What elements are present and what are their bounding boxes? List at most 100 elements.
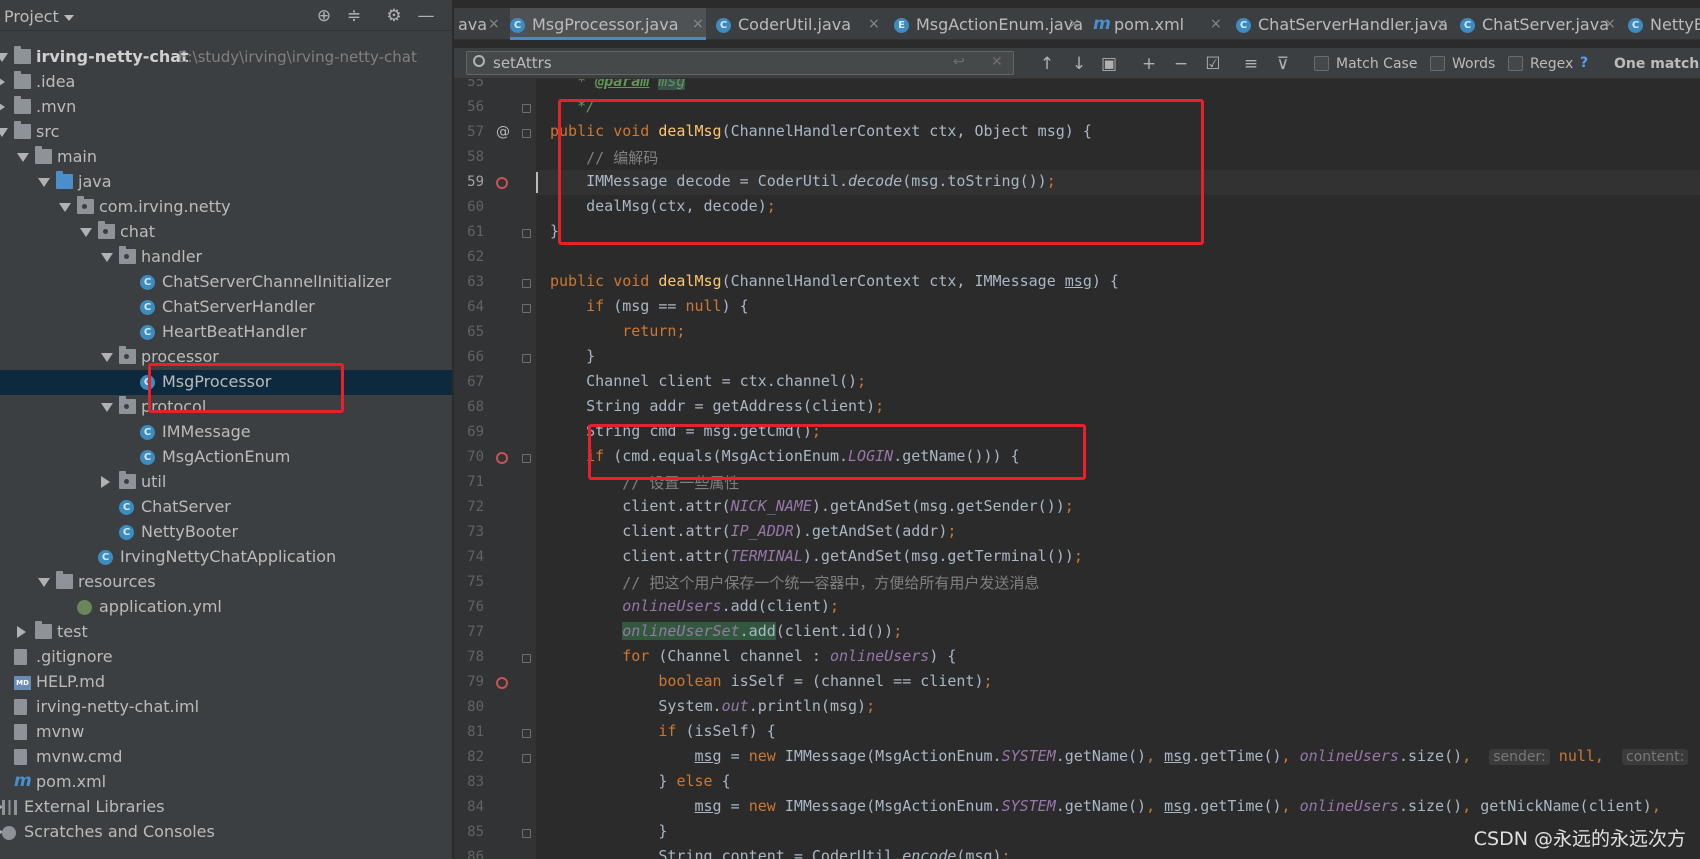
minimize-icon[interactable]: — [416, 6, 436, 26]
editor-tab[interactable]: C MsgProcessor.java × [510, 8, 706, 40]
tree-item[interactable]: irving-netty-chat.iml [0, 695, 452, 720]
tree-item[interactable]: C MsgActionEnum [0, 445, 452, 470]
close-icon[interactable]: × [692, 16, 704, 32]
tree-item[interactable]: C IMMessage [0, 420, 452, 445]
code-line[interactable]: public void dealMsg(ChannelHandlerContex… [550, 272, 1119, 290]
annotation-icon[interactable]: @ [496, 124, 510, 140]
editor-tab[interactable]: C ChatServer.java × [1460, 8, 1618, 40]
tree-item[interactable]: C ChatServerChannelInitializer [0, 270, 452, 295]
editor-tab[interactable]: E MsgActionEnum.java × [894, 8, 1083, 40]
tree-item[interactable]: mvnw [0, 720, 452, 745]
chevron-right-icon[interactable] [101, 476, 110, 488]
editor-tab[interactable]: ava × [458, 8, 502, 40]
fold-icon[interactable] [522, 279, 531, 288]
code-line[interactable]: String addr = getAddress(client); [550, 397, 884, 415]
close-icon[interactable]: × [1210, 16, 1222, 32]
locate-icon[interactable]: ⊕ [314, 6, 334, 26]
code-line[interactable]: boolean isSelf = (channel == client); [550, 672, 992, 690]
close-icon[interactable]: × [1068, 16, 1080, 32]
close-icon[interactable]: × [868, 16, 880, 32]
code-line[interactable]: client.attr(NICK_NAME).getAndSet(msg.get… [550, 497, 1074, 515]
tree-item[interactable]: resources [0, 570, 452, 595]
code-line[interactable]: msg = new IMMessage(MsgActionEnum.SYSTEM… [550, 747, 1689, 765]
chevron-right-icon[interactable] [0, 76, 5, 88]
chevron-down-icon[interactable] [101, 253, 113, 262]
filter-settings-icon[interactable]: ≡ [1240, 54, 1262, 74]
code-line[interactable]: msg = new IMMessage(MsgActionEnum.SYSTEM… [550, 797, 1661, 815]
fold-icon[interactable] [522, 654, 531, 663]
chevron-right-icon[interactable] [17, 626, 26, 638]
code-line[interactable]: onlineUsers.add(client); [550, 597, 839, 615]
fold-icon[interactable] [522, 729, 531, 738]
code-line[interactable]: * @param msg [550, 79, 686, 90]
code-line[interactable]: client.attr(TERMINAL).getAndSet(msg.getT… [550, 547, 1083, 565]
tree-item[interactable]: chat [0, 220, 452, 245]
chevron-down-icon[interactable] [80, 228, 92, 237]
code-line[interactable]: if (msg == null) { [550, 297, 749, 315]
tree-item[interactable]: application.yml [0, 595, 452, 620]
tree-item[interactable]: test [0, 620, 452, 645]
words-checkbox[interactable] [1430, 56, 1445, 71]
fold-icon[interactable] [522, 304, 531, 313]
regex-checkbox[interactable] [1508, 56, 1523, 71]
fold-icon[interactable] [522, 754, 531, 763]
chevron-down-icon[interactable] [101, 353, 113, 362]
tree-item[interactable]: C NettyBooter [0, 520, 452, 545]
next-occurrence-icon[interactable]: ↓ [1068, 54, 1090, 74]
tree-item[interactable]: mvnw.cmd [0, 745, 452, 770]
code-line[interactable]: String content = CoderUtil.encode(msg); [550, 847, 1010, 859]
tree-item[interactable]: C ChatServerHandler [0, 295, 452, 320]
clear-search-icon[interactable]: ✕ [991, 54, 1003, 70]
previous-occurrence-icon[interactable]: ↑ [1036, 54, 1058, 74]
editor-tab[interactable]: C CoderUtil.java × [716, 8, 882, 40]
chevron-down-icon[interactable] [38, 578, 50, 587]
editor-tab[interactable]: C NettyBo [1628, 8, 1700, 40]
close-icon[interactable]: × [1604, 16, 1616, 32]
editor-tab[interactable]: m pom.xml × [1092, 8, 1224, 40]
tree-item[interactable]: C HeartBeatHandler [0, 320, 452, 345]
code-line[interactable]: Channel client = ctx.channel(); [550, 372, 866, 390]
tree-item[interactable]: main [0, 145, 452, 170]
tree-item[interactable]: m pom.xml [0, 770, 452, 795]
chevron-down-icon[interactable] [59, 203, 71, 212]
code-line[interactable]: } [550, 822, 667, 840]
tree-item[interactable]: handler [0, 245, 452, 270]
code-line[interactable]: onlineUserSet.add(client.id()); [550, 622, 902, 640]
tree-item[interactable]: MD HELP.md [0, 670, 452, 695]
fold-icon[interactable] [522, 829, 531, 838]
breakpoint-icon[interactable] [496, 452, 508, 464]
editor-tab[interactable]: C ChatServerHandler.java × [1236, 8, 1450, 40]
search-icon[interactable] [473, 55, 485, 67]
code-line[interactable]: System.out.println(msg); [550, 697, 875, 715]
code-line[interactable]: return; [550, 322, 685, 340]
breakpoint-icon[interactable] [496, 677, 508, 689]
tree-item[interactable]: src [0, 120, 452, 145]
fold-icon[interactable] [522, 454, 531, 463]
chevron-down-icon[interactable] [0, 128, 8, 137]
code-line[interactable]: for (Channel channel : onlineUsers) { [550, 647, 956, 665]
chevron-down-icon[interactable] [17, 153, 29, 162]
close-icon[interactable]: × [1436, 16, 1448, 32]
search-input[interactable] [493, 53, 913, 73]
project-view-title[interactable]: Project [4, 7, 59, 26]
code-line[interactable]: } [550, 347, 595, 365]
fold-icon[interactable] [522, 104, 531, 113]
close-icon[interactable]: × [488, 16, 500, 32]
breakpoint-icon[interactable] [496, 177, 508, 189]
tree-item[interactable]: .mvn [0, 95, 452, 120]
chevron-right-icon[interactable] [0, 101, 5, 113]
filter-icon[interactable]: ⊽ [1272, 54, 1294, 74]
add-occurrence-icon[interactable]: + [1138, 54, 1160, 74]
tree-item[interactable]: C ChatServer [0, 495, 452, 520]
tree-item[interactable]: irving-netty-chat E:\study\irving\irving-… [0, 45, 452, 70]
tree-item[interactable]: C IrvingNettyChatApplication [0, 545, 452, 570]
chevron-down-icon[interactable] [64, 15, 74, 21]
new-line-icon[interactable]: ↩ [953, 54, 965, 70]
regex-help-link[interactable]: ? [1580, 55, 1588, 71]
find-in-window-icon[interactable]: ▣ [1098, 54, 1120, 74]
code-line[interactable]: if (isSelf) { [550, 722, 775, 740]
gear-icon[interactable]: ⚙ [384, 6, 404, 26]
code-line[interactable]: } else { [550, 772, 730, 790]
fold-icon[interactable] [522, 129, 531, 138]
code-line[interactable]: client.attr(IP_ADDR).getAndSet(addr); [550, 522, 956, 540]
